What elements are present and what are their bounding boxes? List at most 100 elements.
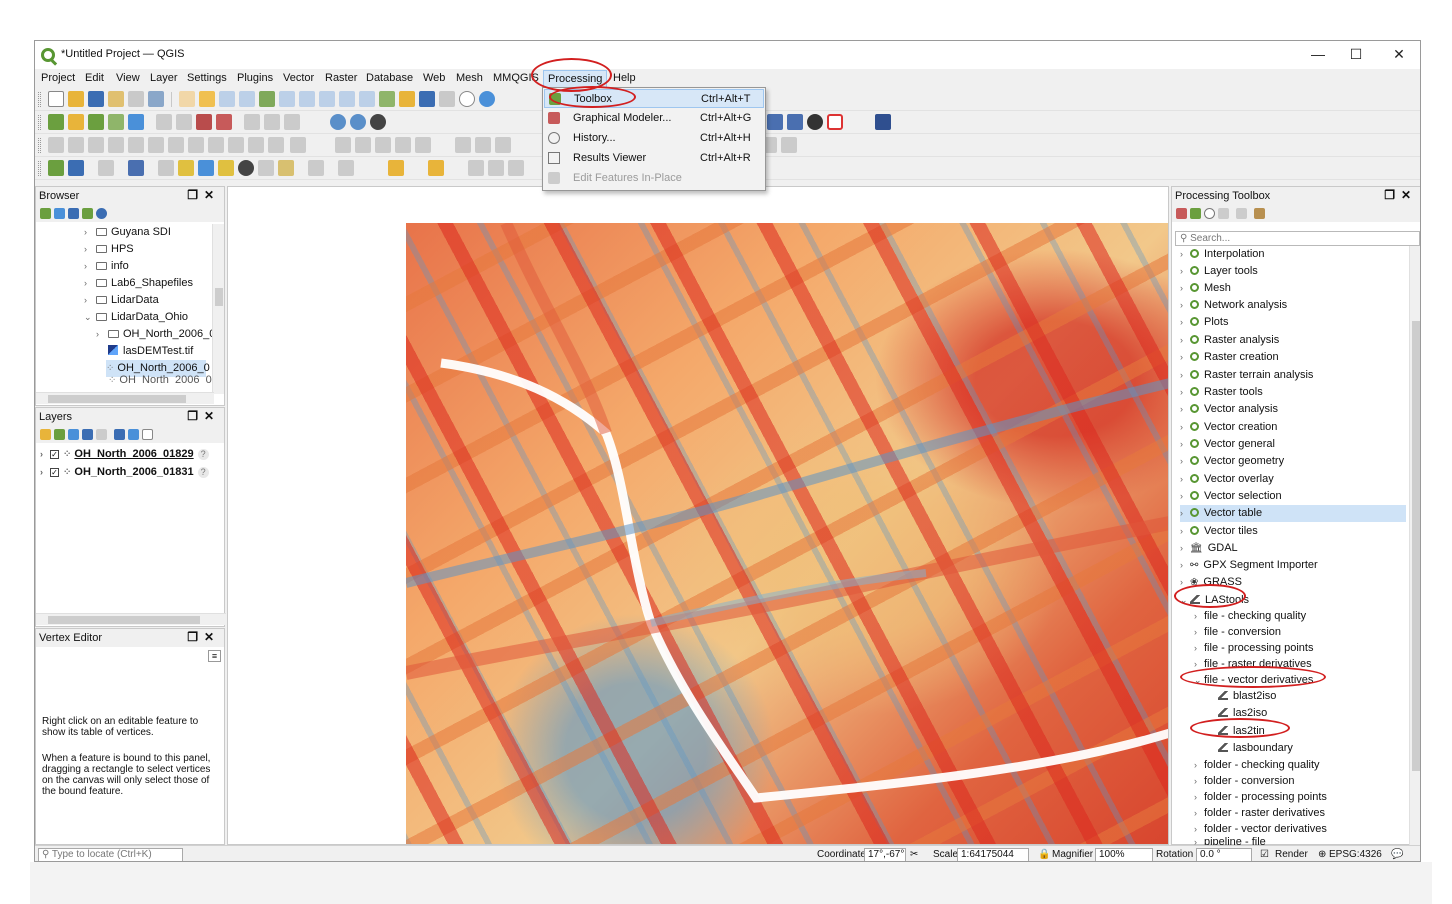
- add-feature-icon[interactable]: [108, 137, 124, 153]
- panel-float-close-buttons[interactable]: ❐✕: [187, 409, 220, 423]
- zoom-to-selection-icon[interactable]: [279, 91, 295, 107]
- maximize-button[interactable]: ☐: [1342, 44, 1370, 64]
- expand-all-icon[interactable]: [114, 429, 125, 440]
- lastools-group-item[interactable]: › folder - conversion: [1194, 773, 1295, 790]
- lastools-tool-item[interactable]: lasboundary: [1218, 740, 1293, 757]
- identify-features-icon[interactable]: [196, 114, 212, 130]
- browser-hscrollbar[interactable]: [36, 392, 214, 404]
- toolbox-provider-item[interactable]: › Vector analysis: [1180, 401, 1278, 418]
- zoom-in-icon[interactable]: [219, 91, 235, 107]
- edit-in-place-icon[interactable]: [1236, 208, 1247, 219]
- close-button[interactable]: ✕: [1385, 44, 1413, 64]
- panel-float-close-buttons[interactable]: ❐✕: [187, 188, 220, 202]
- layer-visibility-checkbox[interactable]: ✓: [50, 450, 59, 459]
- plugin-globe-3-icon[interactable]: [370, 114, 386, 130]
- label-change-icon[interactable]: [415, 137, 431, 153]
- binoculars-icon[interactable]: [807, 114, 823, 130]
- menu-project[interactable]: Project: [41, 72, 75, 84]
- remove-layer-icon[interactable]: [142, 429, 153, 440]
- menu-view[interactable]: View: [116, 72, 140, 84]
- select-location-icon[interactable]: [98, 160, 114, 176]
- lastools-group-item[interactable]: › file - conversion: [1194, 624, 1281, 641]
- new-print-layout-icon[interactable]: [108, 91, 124, 107]
- toolbox-provider-item[interactable]: › Mesh: [1180, 280, 1231, 297]
- zoom-next-icon[interactable]: [359, 91, 375, 107]
- lastools-group-item[interactable]: › folder - processing points: [1194, 789, 1327, 806]
- add-selected-layers-icon[interactable]: [40, 208, 51, 219]
- add-group-icon[interactable]: [54, 429, 65, 440]
- browser-item[interactable]: lasDEMTest.tif: [108, 343, 193, 360]
- layers-hscrollbar[interactable]: [36, 613, 226, 625]
- label-pin-icon[interactable]: [355, 137, 371, 153]
- mmqgis-tool-2-icon[interactable]: [787, 114, 803, 130]
- lastools-group-item[interactable]: › folder - checking quality: [1194, 757, 1320, 774]
- lastools-group-item[interactable]: › file - checking quality: [1194, 608, 1306, 625]
- style-tool-icon[interactable]: [388, 160, 404, 176]
- scroll-thumb[interactable]: [215, 288, 223, 306]
- menu-processing[interactable]: Processing: [543, 70, 608, 88]
- pan-to-selection-icon[interactable]: [199, 91, 215, 107]
- toolbox-vscrollbar[interactable]: [1409, 246, 1420, 846]
- lastools-group-item[interactable]: › file - processing points: [1194, 640, 1313, 657]
- text-annotation-icon[interactable]: [278, 160, 294, 176]
- measure-line-icon[interactable]: [244, 114, 260, 130]
- scroll-thumb[interactable]: [1412, 321, 1420, 771]
- select-features-icon[interactable]: [158, 160, 174, 176]
- lastools-tool-item[interactable]: las2tin: [1218, 723, 1265, 740]
- menu-mesh[interactable]: Mesh: [456, 72, 483, 84]
- save-layer-edits-icon[interactable]: [88, 137, 104, 153]
- menu-results-viewer[interactable]: Results Viewer Ctrl+Alt+R: [544, 149, 764, 168]
- collapse-all-icon[interactable]: [82, 208, 93, 219]
- shape-tool-icon[interactable]: [468, 160, 484, 176]
- toolbox-provider-item[interactable]: › Vector overlay: [1180, 471, 1274, 488]
- search-features-icon[interactable]: [218, 160, 234, 176]
- vertex-menu-icon[interactable]: ≡: [208, 650, 221, 662]
- toolbox-provider-item[interactable]: › Raster tools: [1180, 384, 1263, 401]
- toolbar-grip[interactable]: [38, 138, 41, 153]
- menu-web[interactable]: Web: [423, 72, 445, 84]
- scroll-thumb[interactable]: [48, 395, 186, 403]
- digitize-shape-icon[interactable]: [290, 137, 306, 153]
- menu-settings[interactable]: Settings: [187, 72, 227, 84]
- menu-mmqgis[interactable]: MMQGIS: [493, 72, 539, 84]
- zoom-native-icon[interactable]: [319, 91, 335, 107]
- browser-item[interactable]: › OH_North_2006_0: [96, 326, 215, 343]
- new-project-icon[interactable]: [48, 91, 64, 107]
- decoration-2-icon[interactable]: [338, 160, 354, 176]
- annotation-icon[interactable]: [258, 160, 274, 176]
- toolbox-lastools-item[interactable]: ⌄ LAStools: [1180, 592, 1249, 609]
- lastools-tool-item[interactable]: las2iso: [1218, 705, 1267, 722]
- panel-float-close-buttons[interactable]: ❐✕: [1384, 188, 1417, 202]
- filter-icon[interactable]: [68, 208, 79, 219]
- label-show-icon[interactable]: [455, 137, 471, 153]
- browser-item[interactable]: › Lab6_Shapefiles: [84, 275, 193, 292]
- temporal-controller-icon[interactable]: [459, 91, 475, 107]
- label-move-icon[interactable]: [375, 137, 391, 153]
- digitize-curve-icon[interactable]: [68, 137, 84, 153]
- menu-vector[interactable]: Vector: [283, 72, 314, 84]
- zoom-full-icon[interactable]: [259, 91, 275, 107]
- paste-features-icon[interactable]: [228, 137, 244, 153]
- pan-icon[interactable]: [179, 91, 195, 107]
- browser-item[interactable]: › info: [84, 258, 129, 275]
- polygon-tool-icon[interactable]: [827, 114, 843, 130]
- raster-tool-icon[interactable]: [428, 160, 444, 176]
- refresh-icon[interactable]: [479, 91, 495, 107]
- menu-toolbox[interactable]: Toolbox Ctrl+Alt+T: [544, 89, 764, 108]
- show-bookmarks-icon[interactable]: [439, 91, 455, 107]
- browser-item[interactable]: › HPS: [84, 241, 134, 258]
- scroll-thumb[interactable]: [48, 616, 200, 624]
- shape-tool-3-icon[interactable]: [508, 160, 524, 176]
- toolbox-provider-item[interactable]: › Interpolation: [1180, 246, 1265, 263]
- toolbox-provider-item[interactable]: › Network analysis: [1180, 297, 1287, 314]
- browser-item-partial[interactable]: ⁘ OH_North_2006_0: [108, 375, 212, 383]
- extents-toggle-icon[interactable]: ✂: [910, 849, 918, 860]
- new-map-view-icon[interactable]: [379, 91, 395, 107]
- toolbox-provider-item-selected[interactable]: › Vector table: [1180, 505, 1406, 522]
- toolbox-provider-item[interactable]: › Raster analysis: [1180, 332, 1279, 349]
- scale-field[interactable]: 1:64175044: [957, 848, 1029, 861]
- rotation-field[interactable]: 0.0 °: [1196, 848, 1252, 861]
- browser-item[interactable]: ⌄ LidarData_Ohio: [84, 309, 188, 326]
- models-icon[interactable]: [1176, 208, 1187, 219]
- measure-angle-icon[interactable]: [284, 114, 300, 130]
